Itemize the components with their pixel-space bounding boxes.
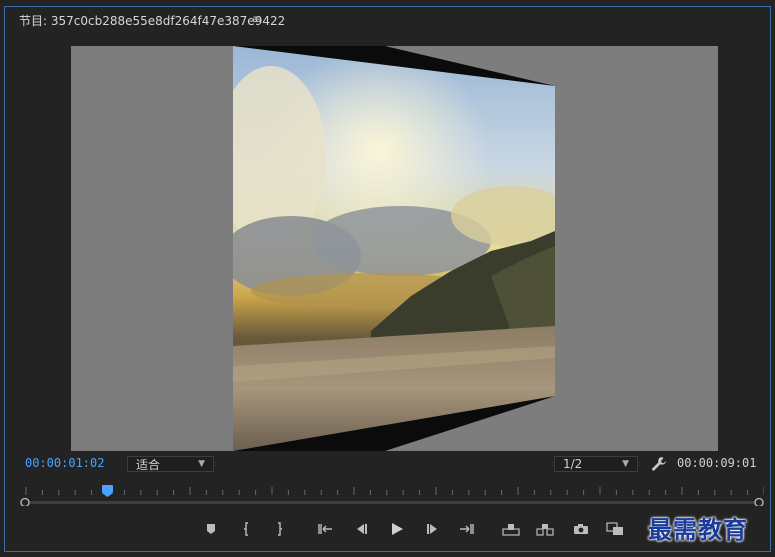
scroll-handle-right[interactable] (754, 498, 764, 507)
zoom-scrollbar[interactable] (20, 498, 764, 506)
compare-view-icon[interactable] (605, 519, 625, 539)
step-forward-icon[interactable] (423, 519, 443, 539)
lift-icon[interactable] (501, 519, 521, 539)
chevron-down-icon: ▼ (622, 459, 629, 469)
fit-dropdown-label: 适合 (136, 457, 161, 472)
current-timecode[interactable]: 00:00:01:02 (25, 456, 104, 470)
go-to-out-icon[interactable] (457, 519, 477, 539)
scroll-handle-left[interactable] (20, 498, 30, 507)
go-to-in-icon[interactable] (315, 519, 335, 539)
fit-dropdown[interactable]: 适合 ▼ (127, 456, 214, 472)
panel-header: 节目: 357c0cb288e55e8df264f47e387e9422 ≡ (5, 7, 770, 33)
duration-timecode: 00:00:09:01 (677, 456, 757, 470)
export-frame-icon[interactable] (571, 519, 591, 539)
chevron-down-icon: ▼ (198, 459, 205, 469)
hamburger-menu-icon[interactable]: ≡ (252, 12, 262, 26)
mark-in-icon[interactable] (237, 519, 257, 539)
add-marker-icon[interactable] (201, 519, 221, 539)
resolution-dropdown-label: 1/2 (563, 457, 583, 471)
play-icon[interactable] (387, 519, 407, 539)
program-monitor-panel: 节目: 357c0cb288e55e8df264f47e387e9422 ≡ 0… (4, 6, 771, 552)
program-viewer[interactable] (71, 46, 718, 451)
time-ruler[interactable] (20, 485, 764, 499)
mark-out-icon[interactable] (269, 519, 289, 539)
panel-title[interactable]: 节目: 357c0cb288e55e8df264f47e387e9422 (19, 12, 285, 29)
extract-icon[interactable] (535, 519, 555, 539)
wrench-icon[interactable] (651, 456, 667, 472)
playhead-handle[interactable] (102, 485, 113, 497)
watermark-logo: 最需教育 (648, 515, 748, 544)
resolution-dropdown[interactable]: 1/2 ▼ (554, 456, 638, 472)
landscape-image (233, 46, 555, 451)
step-back-icon[interactable] (351, 519, 371, 539)
video-frame (233, 46, 555, 451)
